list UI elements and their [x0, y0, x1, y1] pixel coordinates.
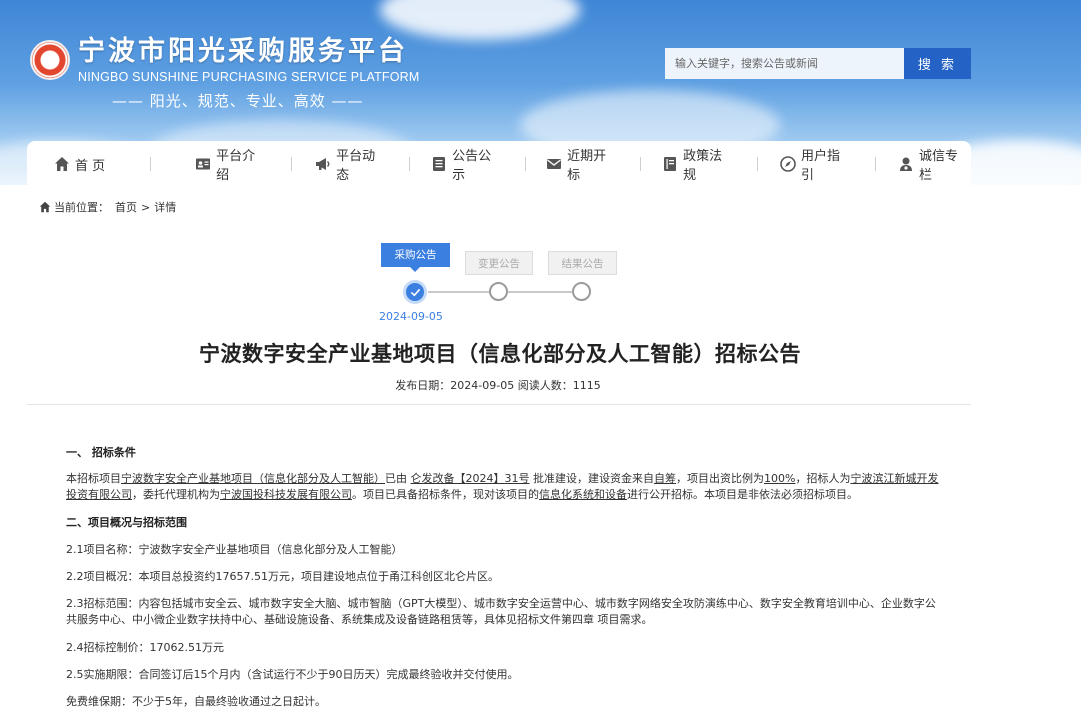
- section-paragraph: 2.2项目概况：本项目总投资约17657.51万元，项目建设地点位于甬江科创区北…: [66, 570, 499, 583]
- logo-emblem-icon: [30, 40, 70, 80]
- nav-item-label: 公告公示: [452, 149, 492, 183]
- person-badge-icon: [898, 156, 914, 172]
- step-connector: [428, 291, 490, 293]
- text-run: 本招标项目: [66, 472, 121, 485]
- project-name-link[interactable]: 宁波数字安全产业基地项目（信息化部分及人工智能）: [121, 472, 385, 485]
- nav-divider: [291, 157, 293, 171]
- search-box: 搜 索: [665, 48, 971, 79]
- nav-item-label: 平台介绍: [216, 149, 256, 183]
- logo-title-en: NINGBO SUNSHINE PURCHASING SERVICE PLATF…: [78, 70, 420, 84]
- check-icon: [410, 288, 420, 296]
- text-run: ，项目出资比例为: [676, 472, 764, 485]
- section-paragraph: 2.3招标范围：内容包括城市安全云、城市数字安全大脑、城市智脑（GPT大模型）、…: [66, 597, 936, 626]
- nav-item-intro[interactable]: 平台介绍: [195, 141, 268, 187]
- step-circle-change: [489, 282, 508, 301]
- breadcrumb-home-link[interactable]: 首页: [115, 199, 137, 215]
- envelope-icon: [546, 156, 562, 172]
- nav-divider: [640, 157, 642, 171]
- text-run: ，委托代理机构为: [132, 488, 220, 501]
- text-run: ，招标人为: [795, 472, 851, 485]
- cloud-decoration: [380, 0, 580, 40]
- nav-item-news[interactable]: 平台动态: [315, 141, 388, 187]
- home-icon: [54, 156, 70, 172]
- breadcrumb: 当前位置： 首页 > 详情: [39, 199, 176, 215]
- nav-divider: [409, 157, 411, 171]
- article-meta: 发布日期：2024-09-05 阅读人数：1115: [395, 379, 601, 392]
- step-tag-purchase[interactable]: 采购公告: [381, 243, 450, 267]
- funding-source: 自筹: [654, 472, 676, 485]
- section-paragraph: 免费维保期：不少于5年，自最终验收通过之日起计。: [66, 695, 326, 708]
- step-circle-result: [572, 282, 591, 301]
- megaphone-icon: [315, 156, 331, 172]
- nav-item-label: 诚信专栏: [919, 149, 959, 183]
- step-tag-pointer: [410, 267, 420, 272]
- site-logo[interactable]: 宁波市阳光采购服务平台 NINGBO SUNSHINE PURCHASING S…: [30, 36, 420, 111]
- section-paragraph: 2.5实施期限：合同签订后15个月内（含试运行不少于90日历天）完成最终验收并交…: [66, 668, 519, 681]
- home-icon: [39, 201, 51, 213]
- section-paragraph: 2.1项目名称：宁波数字安全产业基地项目（信息化部分及人工智能）: [66, 543, 403, 556]
- breadcrumb-separator: >: [141, 200, 151, 214]
- nav-item-label: 近期开标: [567, 149, 607, 183]
- id-card-icon: [195, 156, 211, 172]
- agency-name: 宁波国投科技发展有限公司: [220, 488, 352, 501]
- page-title: 宁波数字安全产业基地项目（信息化部分及人工智能）招标公告: [199, 342, 801, 366]
- nav-divider: [150, 157, 152, 171]
- nav-item-bid-opening[interactable]: 近期开标: [546, 141, 619, 187]
- nav-item-user-guide[interactable]: 用户指引: [780, 141, 853, 187]
- nav-divider: [525, 157, 527, 171]
- nav-divider: [875, 157, 877, 171]
- section-heading: 二、项目概况与招标范围: [66, 516, 187, 529]
- nav-item-announcements[interactable]: 公告公示: [431, 141, 504, 187]
- section-heading: 一、 招标条件: [66, 446, 136, 459]
- breadcrumb-current: 详情: [154, 201, 177, 214]
- approval-number: 仑发改备【2024】31号: [410, 472, 530, 485]
- step-circle-purchase: [403, 280, 427, 304]
- logo-slogan: —— 阳光、规范、专业、高效 ——: [112, 92, 364, 110]
- list-doc-icon: [431, 156, 447, 172]
- nav-item-label: 用户指引: [801, 149, 841, 183]
- compass-icon: [780, 156, 796, 172]
- nav-item-home[interactable]: 首 页: [54, 141, 105, 187]
- nav-item-policy[interactable]: 政策法规: [662, 141, 735, 187]
- text-run: 进行公开招标。本项目是非依法必须招标项目。: [627, 488, 858, 501]
- breadcrumb-prefix: 当前位置：: [54, 201, 109, 214]
- section-paragraph: 本招标项目宁波数字安全产业基地项目（信息化部分及人工智能）已由 仑发改备【202…: [66, 471, 946, 503]
- funding-ratio: 100%: [764, 472, 796, 485]
- nav-item-integrity[interactable]: 诚信专栏: [898, 141, 971, 187]
- section-paragraph: 2.4招标控制价：17062.51万元: [66, 641, 224, 654]
- search-button[interactable]: 搜 索: [904, 48, 971, 79]
- title-divider: [27, 404, 971, 405]
- step-tag-change[interactable]: 变更公告: [465, 251, 533, 275]
- nav-item-label: 政策法规: [683, 149, 723, 183]
- tender-scope: 信息化系统和设备: [539, 488, 627, 501]
- nav-item-label: 首 页: [75, 158, 106, 174]
- step-tag-result[interactable]: 结果公告: [548, 251, 617, 275]
- search-input[interactable]: [665, 48, 904, 79]
- logo-title-cn: 宁波市阳光采购服务平台: [78, 36, 408, 67]
- main-nav: 首 页 平台介绍 平台动态 公告公示 近期开标 政策法规 用户指引 诚信专栏: [27, 141, 971, 187]
- text-run: 已由: [385, 472, 407, 485]
- book-icon: [662, 156, 678, 172]
- text-run: 。项目已具备招标条件，现对该项目的: [352, 488, 539, 501]
- nav-item-label: 平台动态: [336, 149, 376, 183]
- text-run: 批准建设，建设资金来自: [533, 472, 654, 485]
- step-connector: [508, 291, 572, 293]
- step-date: 2024-09-05: [379, 310, 443, 323]
- nav-divider: [757, 157, 759, 171]
